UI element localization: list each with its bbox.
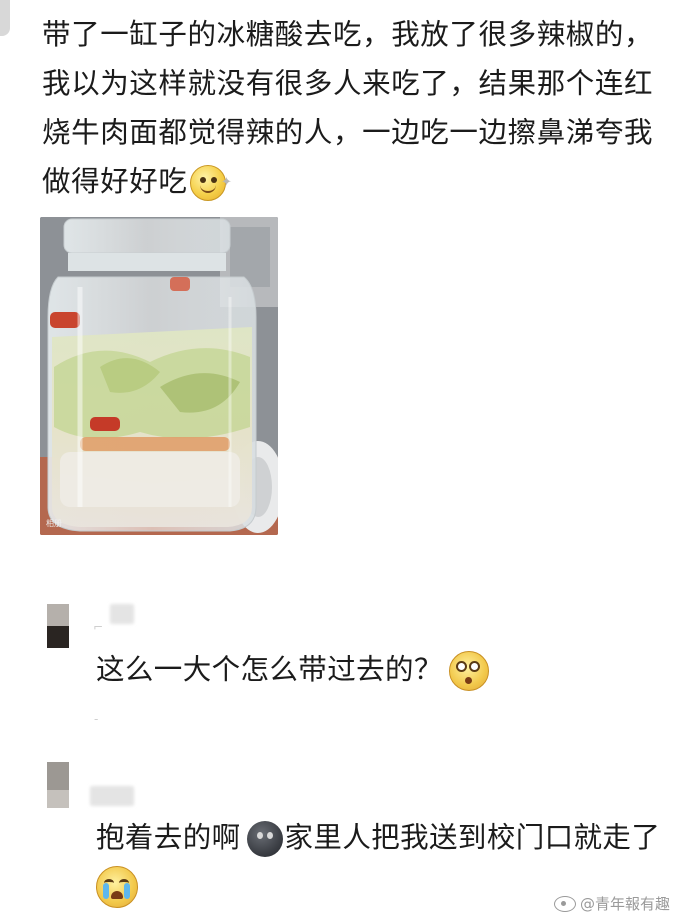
watermark-text: @青年報有趣	[579, 895, 670, 913]
shocked-emoji-icon	[448, 651, 489, 691]
author-avatar[interactable]	[0, 0, 10, 36]
comment-2-text-before: 抱着去的啊	[96, 821, 241, 854]
comment-level-mark: ⌐	[93, 620, 104, 634]
post-text: 带了一缸子的冰糖酸去吃，我放了很多辣椒的，我以为这样就没有很多人来吃了，结果那个…	[42, 10, 682, 206]
commenter-name-blurred[interactable]	[90, 786, 134, 806]
comment-divider-mark: ‑	[94, 712, 99, 726]
commenter-avatar[interactable]	[47, 762, 69, 808]
comment-2: 抱着去的啊 家里人把我送到校门口就走了	[96, 818, 660, 858]
smile-emoji-icon: ✦	[189, 165, 232, 201]
post-body: 带了一缸子的冰糖酸去吃，我放了很多辣椒的，我以为这样就没有很多人来吃了，结果那个…	[42, 18, 654, 198]
comment-1-text: 这么一大个怎么带过去的？	[96, 653, 443, 686]
commenter-avatar[interactable]	[47, 604, 69, 648]
comment-2-text-after: 家里人把我送到校门口就走了	[284, 821, 661, 854]
photo-watermark: 相册	[46, 519, 62, 528]
source-watermark: @青年報有趣	[553, 893, 670, 914]
crying-emoji-icon	[96, 866, 138, 908]
dark-face-emoji-icon	[246, 821, 283, 857]
post-photo[interactable]: 相册	[40, 217, 278, 535]
jar-illustration	[40, 217, 278, 535]
weibo-logo-icon	[553, 895, 576, 912]
commenter-name-blurred[interactable]	[110, 604, 134, 624]
comment-1: 这么一大个怎么带过去的？	[96, 650, 489, 691]
